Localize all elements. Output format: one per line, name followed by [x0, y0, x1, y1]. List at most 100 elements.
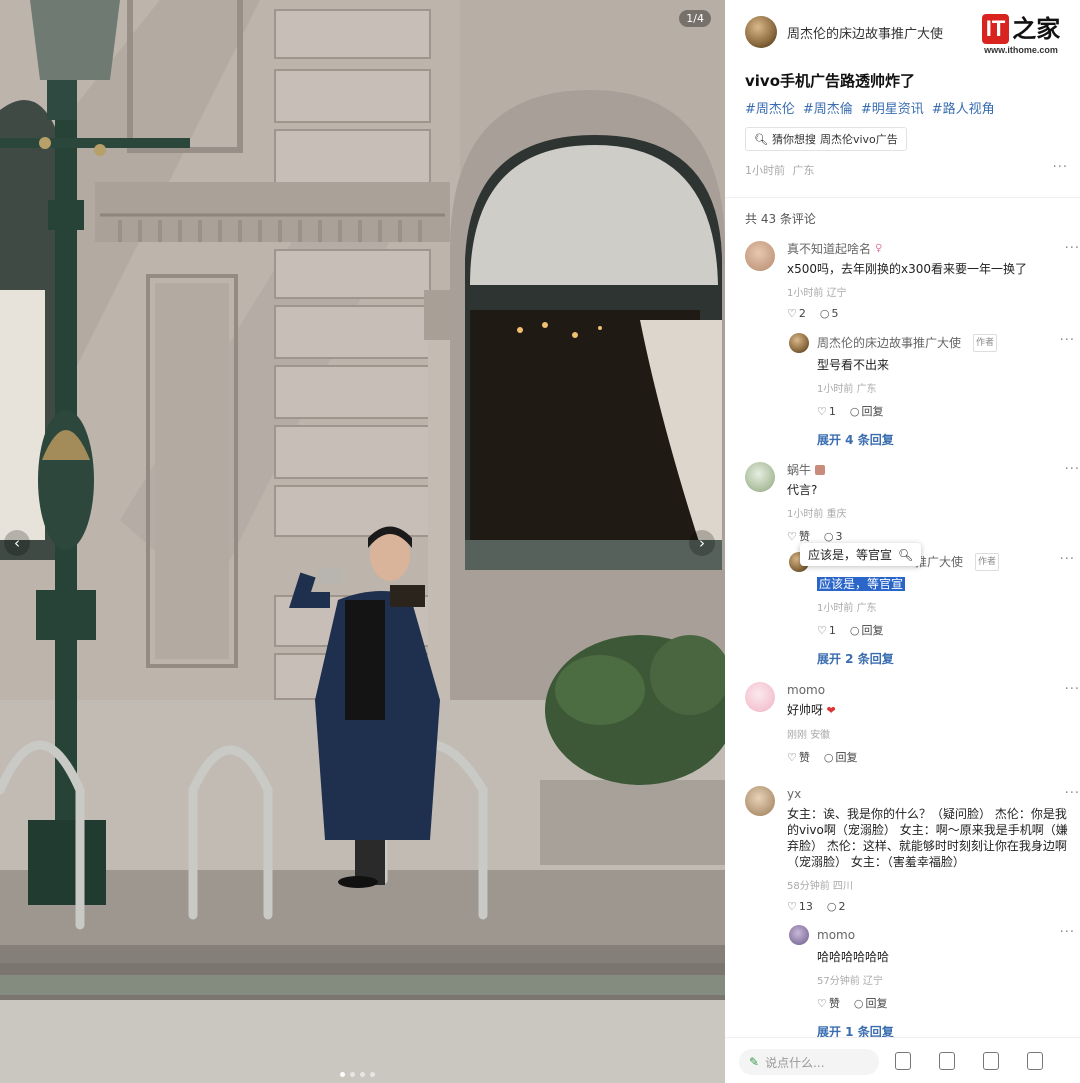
search-icon[interactable]: 🔍︎ — [898, 548, 913, 562]
hashtag[interactable]: #周杰伦 — [745, 98, 795, 117]
post-title: vivo手机广告路透帅炸了 — [745, 72, 916, 90]
selection-search-popup[interactable]: 应该是，等官宣 🔍︎ — [800, 543, 922, 566]
post-photo[interactable]: 1/4 ‹ › — [0, 0, 725, 1083]
logo-it-mark: IT — [981, 14, 1010, 44]
like-button[interactable]: ♡ 赞 — [817, 995, 840, 1011]
reply-item: 推广大使 作者 应该是，等官宣 1小时前 广东 ♡ 1 ○ 回复 展开 2 条回复 … — [789, 552, 1074, 667]
post-time: 1小时前 — [745, 164, 785, 177]
like-button[interactable]: ♡ 1 — [817, 405, 836, 418]
like-button[interactable]: ♡ 1 — [817, 624, 836, 637]
comment-username[interactable]: momo — [787, 682, 825, 698]
hashtag[interactable]: #路人视角 — [932, 98, 995, 117]
author-badge: 作者 — [975, 553, 1000, 571]
prev-image-button[interactable]: ‹ — [4, 530, 30, 556]
badge-icon — [815, 465, 826, 475]
reply-count-button[interactable]: ○ 3 — [824, 530, 843, 543]
reply-count-button[interactable]: ○ 5 — [820, 307, 839, 320]
reply-count-button[interactable]: ○ 2 — [827, 900, 846, 913]
comment-username[interactable]: 蜗牛 — [787, 462, 811, 478]
comment-text: 代言? — [787, 483, 818, 497]
collect-icon[interactable] — [939, 1052, 955, 1070]
reply-text: 型号看不出来 — [817, 358, 890, 372]
comment-icon: ○ — [853, 997, 864, 1010]
like-button[interactable]: ♡ 13 — [787, 900, 813, 913]
pagination-dot[interactable] — [370, 1072, 375, 1077]
pagination-dot[interactable] — [340, 1072, 345, 1077]
pen-icon: ✎ — [749, 1055, 760, 1069]
expand-replies-button[interactable]: 展开 4 条回复 — [817, 431, 1069, 448]
comment-icon: ○ — [823, 529, 834, 543]
author-name[interactable]: 周杰伦的床边故事推广大使 — [787, 23, 943, 42]
expand-replies-button[interactable]: 展开 2 条回复 — [817, 650, 1069, 667]
reply-button[interactable]: ○ 回复 — [850, 403, 884, 419]
hashtag[interactable]: #周杰倫 — [803, 98, 853, 117]
comment-meta: 1小时前 重庆 — [787, 509, 847, 520]
avatar[interactable] — [745, 462, 775, 492]
avatar[interactable] — [745, 241, 775, 271]
comment-item: 真不知道起啥名 ♀ x500吗，去年刚换的x300看来要一年一换了 1小时前 辽… — [745, 241, 1079, 320]
more-options-icon[interactable]: ··· — [1065, 786, 1080, 801]
next-image-button[interactable]: › — [689, 530, 715, 556]
avatar[interactable] — [745, 786, 775, 816]
hashtag-list: #周杰伦 #周杰倫 #明星资讯 #路人视角 — [745, 98, 995, 117]
guess-query: 周杰伦vivo广告 — [819, 133, 898, 146]
more-options-icon[interactable]: ··· — [1065, 241, 1080, 256]
more-options-icon[interactable]: ··· — [1065, 462, 1080, 477]
like-post-icon[interactable] — [895, 1052, 911, 1070]
more-options-icon[interactable]: ··· — [1060, 333, 1075, 348]
avatar[interactable] — [745, 682, 775, 712]
heart-icon: ♡ — [817, 623, 827, 637]
like-button[interactable]: ♡ 赞 — [787, 749, 810, 765]
comment-user[interactable]: 真不知道起啥名 ♀ — [787, 241, 1070, 257]
hashtag[interactable]: #明星资讯 — [861, 98, 924, 117]
guess-label: 猜你想搜 — [771, 133, 816, 146]
reply-username[interactable]: 周杰伦的床边故事推广大使 — [817, 335, 961, 351]
heart-icon: ♡ — [817, 997, 827, 1010]
ithome-logo: IT 之家 www.ithome.com — [978, 14, 1064, 55]
avatar[interactable] — [789, 333, 809, 353]
comment-user[interactable]: yx — [787, 786, 1070, 802]
comment-user[interactable]: 蜗牛 — [787, 462, 1070, 478]
author-badge: 作者 — [973, 334, 998, 352]
reply-username[interactable]: 推广大使 — [915, 554, 963, 570]
comment-input-bar: ✎ 说点什么... — [725, 1037, 1080, 1083]
reply-button[interactable]: ○ 回复 — [824, 749, 858, 765]
comment-user[interactable]: momo — [787, 682, 1070, 698]
more-options-icon[interactable]: ··· — [1060, 925, 1075, 940]
more-options-icon[interactable]: ··· — [1053, 160, 1068, 175]
heart-icon: ♡ — [787, 751, 797, 764]
share-icon[interactable] — [1027, 1052, 1043, 1070]
comment-item: 蜗牛 代言? 1小时前 重庆 ♡ 赞 ○ 3 ··· — [745, 462, 1079, 544]
pagination-dot[interactable] — [350, 1072, 355, 1077]
comment-username[interactable]: 真不知道起啥名 — [787, 241, 871, 257]
comment-icon: ○ — [849, 624, 860, 637]
reply-button[interactable]: ○ 回复 — [850, 622, 884, 638]
divider — [725, 197, 1080, 198]
comment-post-icon[interactable] — [983, 1052, 999, 1070]
reply-username[interactable]: momo — [817, 927, 855, 943]
like-button[interactable]: ♡ 赞 — [787, 528, 810, 544]
post-location: 广东 — [792, 164, 815, 177]
search-icon: 🔍︎ — [754, 132, 768, 146]
post-author[interactable]: 周杰伦的床边故事推广大使 — [745, 16, 943, 48]
reply-meta: 1小时前 广东 — [817, 384, 877, 395]
more-options-icon[interactable]: ··· — [1065, 682, 1080, 697]
pagination-dot[interactable] — [360, 1072, 365, 1077]
avatar[interactable] — [789, 925, 809, 945]
like-button[interactable]: ♡ 2 — [787, 307, 806, 320]
gender-icon: ♀ — [875, 243, 883, 254]
avatar[interactable] — [745, 16, 777, 48]
selected-text: 应该是，等官宣 — [817, 577, 906, 591]
reply-text: 应该是，等官宣 — [817, 576, 1069, 592]
more-options-icon[interactable]: ··· — [1060, 552, 1075, 567]
reply-meta: 57分钟前 辽宁 — [817, 976, 883, 987]
street-scene-image — [0, 0, 725, 1083]
image-pagination-dots[interactable] — [340, 1072, 375, 1077]
logo-cn-mark: 之家 — [1012, 14, 1061, 43]
guess-search-chip[interactable]: 🔍︎ 猜你想搜 周杰伦vivo广告 — [745, 127, 907, 151]
comment-item: yx 女主：诶、我是你的什么？（疑问脸） 杰伦：你是我的vivo啊（宠溺脸） 女… — [745, 786, 1079, 913]
comment-username[interactable]: yx — [787, 786, 801, 802]
comment-icon: ○ — [826, 900, 837, 913]
comment-input[interactable]: ✎ 说点什么... — [739, 1049, 879, 1075]
reply-button[interactable]: ○ 回复 — [854, 995, 888, 1011]
